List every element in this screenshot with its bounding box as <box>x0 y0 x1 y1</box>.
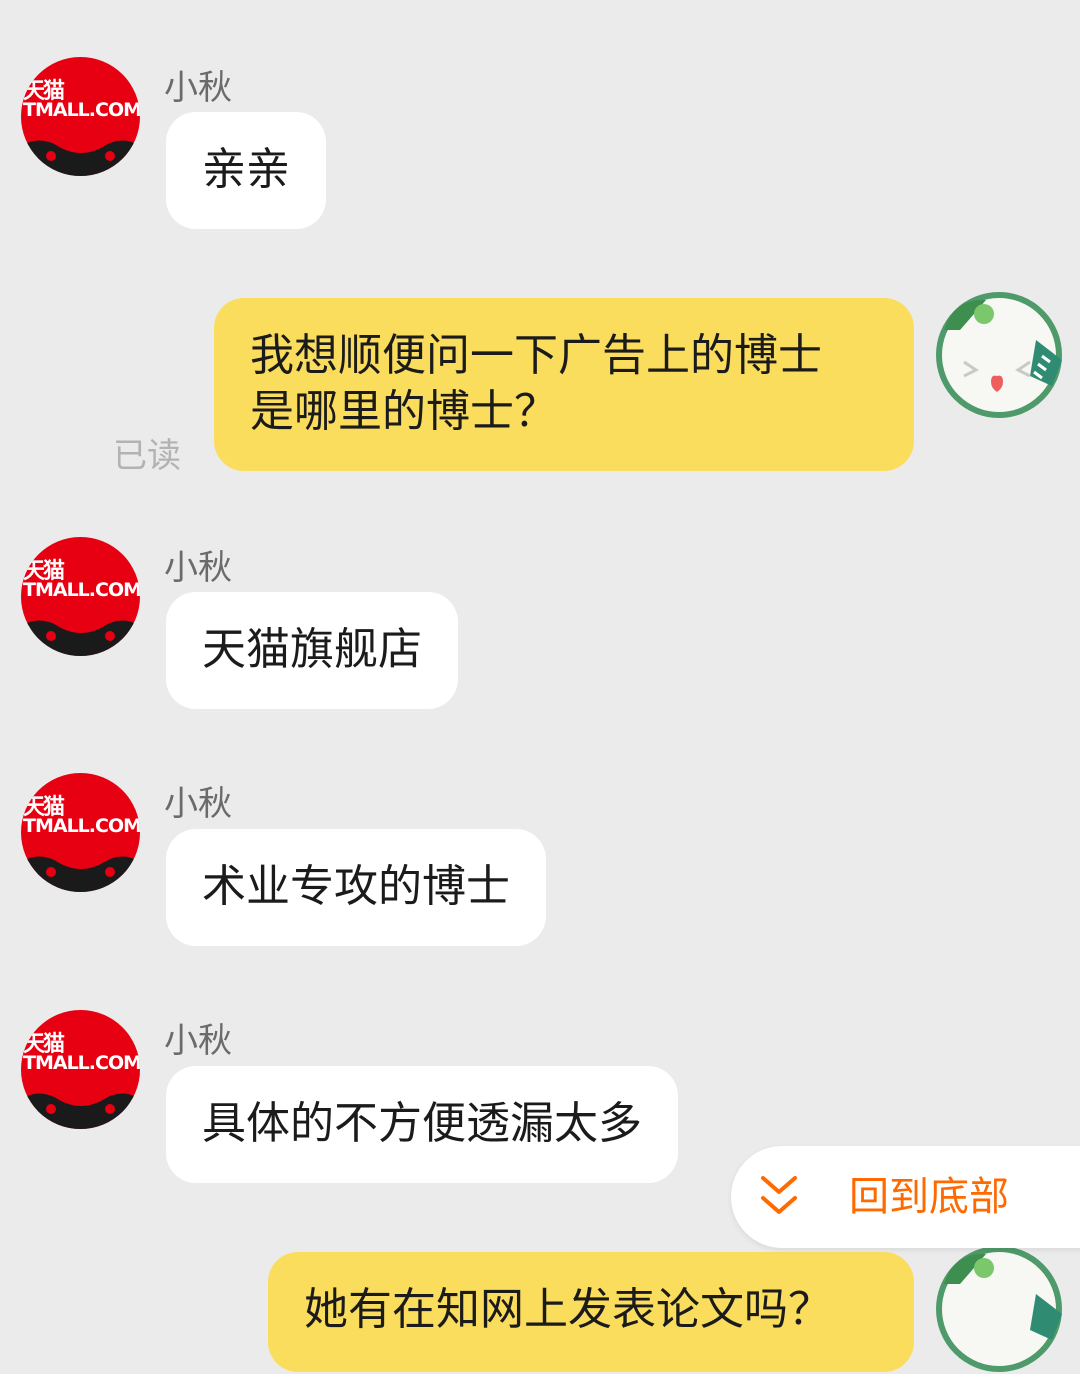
message-bubble[interactable]: 具体的不方便透漏太多 <box>166 1066 678 1183</box>
message-line: 我想顺便问一下广告上的博士 <box>250 330 822 381</box>
user-avatar-icon[interactable] <box>934 290 1064 420</box>
message-line: 是哪里的博士？ <box>250 386 558 437</box>
tmall-cat-icon <box>21 1093 140 1129</box>
shop-avatar[interactable]: 天猫 TMALL.COM <box>21 57 140 176</box>
back-to-bottom-label: 回到底部 <box>849 1174 1009 1220</box>
tmall-cat-icon <box>21 856 140 892</box>
back-to-bottom-button[interactable]: 回到底部 <box>731 1146 1080 1248</box>
tmall-logo-text-en: TMALL.COM <box>23 579 140 601</box>
sender-name: 小秋 <box>164 548 232 588</box>
tmall-logo-text-en: TMALL.COM <box>23 1052 140 1074</box>
shop-avatar[interactable]: 天猫 TMALL.COM <box>21 537 140 656</box>
tmall-logo-text-en: TMALL.COM <box>23 815 140 837</box>
user-avatar-icon[interactable] <box>934 1244 1064 1374</box>
tmall-cat-icon <box>21 140 140 176</box>
sender-name: 小秋 <box>164 784 232 824</box>
message-bubble-user[interactable]: 她有在知网上发表论文吗？ <box>268 1252 914 1372</box>
tmall-cat-icon <box>21 620 140 656</box>
chat-message-list[interactable]: 天猫 TMALL.COM 小秋 亲亲 已读 我想顺便问一下广告上的博士 是哪里的… <box>0 0 1080 1372</box>
shop-avatar[interactable]: 天猫 TMALL.COM <box>21 1010 140 1129</box>
shop-avatar[interactable]: 天猫 TMALL.COM <box>21 773 140 892</box>
message-bubble[interactable]: 天猫旗舰店 <box>166 592 458 709</box>
message-bubble[interactable]: 术业专攻的博士 <box>166 829 546 946</box>
message-bubble-user[interactable]: 我想顺便问一下广告上的博士 是哪里的博士？ <box>214 298 914 471</box>
read-status: 已读 <box>113 436 181 476</box>
message-bubble[interactable]: 亲亲 <box>166 112 326 229</box>
tmall-logo-text-en: TMALL.COM <box>23 99 140 121</box>
sender-name: 小秋 <box>164 68 232 108</box>
double-chevron-down-icon <box>761 1176 797 1214</box>
sender-name: 小秋 <box>164 1021 232 1061</box>
